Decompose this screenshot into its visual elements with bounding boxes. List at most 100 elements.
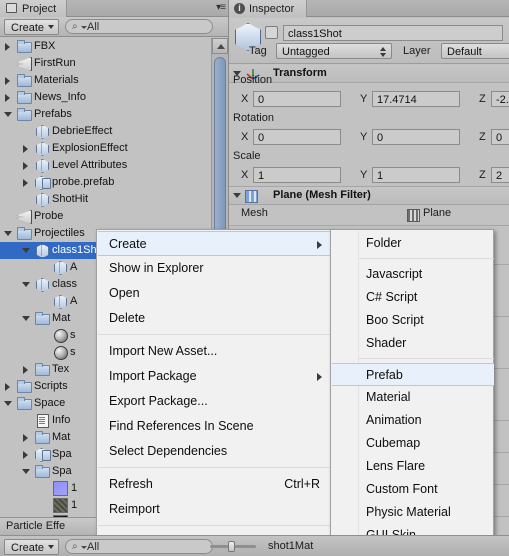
chevron-down-icon[interactable]	[4, 395, 13, 412]
folder-icon	[17, 108, 32, 121]
scale-x-field[interactable]: 1	[253, 167, 341, 183]
chevron-down-icon[interactable]	[4, 225, 13, 242]
context-menu[interactable]: Create Show in Explorer Open Delete Import N…	[96, 229, 332, 549]
submenu-item-boo-script[interactable]: Boo Script	[332, 309, 494, 332]
mesh-filter-title: Plane (Mesh Filter)	[273, 189, 371, 201]
tree-item-label: 1	[71, 482, 78, 494]
submenu-item-physic-material[interactable]: Physic Material	[332, 501, 494, 524]
tab-project[interactable]: Project	[0, 0, 68, 17]
tree-item-label: Prefabs	[34, 108, 72, 120]
menu-item-import-new-asset[interactable]: Import New Asset...	[98, 339, 332, 364]
chevron-down-icon[interactable]	[4, 106, 13, 123]
chevron-down-icon[interactable]	[233, 193, 241, 198]
tree-item-label: Level Attributes	[52, 159, 128, 171]
submenu-item-shader[interactable]: Shader	[332, 332, 494, 355]
menu-item-reimport[interactable]: Reimport	[98, 497, 332, 522]
tree-item-probe-prefab[interactable]: probe.prefab	[0, 174, 211, 191]
submenu-item-label: Prefab	[366, 368, 403, 382]
menu-item-refresh[interactable]: Refresh Ctrl+R	[98, 472, 332, 497]
menu-item-label: Import Package	[109, 369, 197, 383]
position-y-label: Y	[360, 93, 368, 105]
cube2-icon	[35, 176, 51, 189]
menu-item-export-package[interactable]: Export Package...	[98, 389, 332, 414]
tree-item-debrieeffect[interactable]: DebrieEffect	[0, 123, 211, 140]
chevron-right-icon[interactable]	[4, 38, 13, 55]
tree-item-shothit[interactable]: ShotHit	[0, 191, 211, 208]
submenu-item-animation[interactable]: Animation	[332, 409, 494, 432]
submenu-item-c-script[interactable]: C# Script	[332, 286, 494, 309]
chevron-down-icon[interactable]	[22, 276, 31, 293]
tree-item-level-attributes[interactable]: Level Attributes	[0, 157, 211, 174]
menu-item-show-in-explorer[interactable]: Show in Explorer	[98, 256, 332, 281]
bottom-search-input[interactable]: ⌕ All	[65, 539, 213, 554]
chevron-right-icon[interactable]	[4, 378, 13, 395]
scale-label: Scale	[233, 150, 261, 162]
cube-icon	[35, 159, 49, 172]
chevron-right-icon[interactable]	[22, 446, 31, 463]
tree-item-label: class	[52, 278, 78, 290]
menu-item-label: Reimport	[109, 502, 160, 516]
menu-item-find-references-in-scene[interactable]: Find References In Scene	[98, 414, 332, 439]
tree-item-fbx[interactable]: FBX	[0, 38, 211, 55]
zoom-slider[interactable]	[210, 541, 256, 552]
scale-z-field[interactable]: 2	[491, 167, 509, 183]
tree-item-label: probe.prefab	[52, 176, 115, 188]
scene-icon	[17, 57, 31, 70]
submenu-item-prefab[interactable]: Prefab	[332, 363, 494, 386]
chevron-down-icon	[48, 25, 55, 29]
tree-item-materials[interactable]: Materials	[0, 72, 211, 89]
inspector-tab-bar: i Inspector	[229, 0, 509, 17]
bottom-create-button[interactable]: Create	[4, 539, 60, 555]
tree-item-probe[interactable]: Probe	[0, 208, 211, 225]
chevron-right-icon[interactable]	[22, 174, 31, 191]
tab-inspector[interactable]: i Inspector	[229, 0, 308, 17]
scroll-up-arrow-icon[interactable]	[212, 38, 228, 54]
menu-item-select-dependencies[interactable]: Select Dependencies	[98, 439, 332, 464]
menu-item-open[interactable]: Open	[98, 281, 332, 306]
chevron-right-icon[interactable]	[4, 89, 13, 106]
tree-item-news-info[interactable]: News_Info	[0, 89, 211, 106]
chevron-right-icon[interactable]	[22, 157, 31, 174]
scale-y-field[interactable]: 1	[372, 167, 460, 183]
menu-item-delete[interactable]: Delete	[98, 306, 332, 331]
submenu-item-cubemap[interactable]: Cubemap	[332, 432, 494, 455]
rotation-z-field[interactable]: 0	[491, 129, 509, 145]
submenu-item-material[interactable]: Material	[332, 386, 494, 409]
tex-photo-icon	[53, 498, 68, 513]
create-submenu[interactable]: Folder Javascript C# Script Boo Script Shade…	[330, 229, 494, 542]
submenu-item-lens-flare[interactable]: Lens Flare	[332, 455, 494, 478]
submenu-item-javascript[interactable]: Javascript	[332, 263, 494, 286]
chevron-right-icon[interactable]	[4, 72, 13, 89]
tag-dropdown[interactable]: Untagged	[276, 43, 392, 59]
chevron-right-icon[interactable]	[22, 429, 31, 446]
object-name-field[interactable]: class1Shot	[283, 25, 503, 41]
chevron-down-icon[interactable]	[22, 463, 31, 480]
chevron-right-icon[interactable]	[22, 140, 31, 157]
menu-item-import-package[interactable]: Import Package	[98, 364, 332, 389]
chevron-down-icon[interactable]	[22, 310, 31, 327]
panel-menu-icon[interactable]: ▾≡	[216, 2, 226, 13]
create-button[interactable]: Create	[4, 19, 60, 35]
position-x-field[interactable]: 0	[253, 91, 341, 107]
object-enabled-checkbox[interactable]	[265, 26, 278, 39]
position-y-field[interactable]: 17.4714	[372, 91, 460, 107]
submenu-item-folder[interactable]: Folder	[332, 232, 494, 255]
folder-icon	[35, 363, 50, 376]
tree-item-label: Info	[52, 414, 71, 426]
rotation-x-field[interactable]: 0	[253, 129, 341, 145]
tree-item-firstrun[interactable]: FirstRun	[0, 55, 211, 72]
tree-item-prefabs[interactable]: Prefabs	[0, 106, 211, 123]
tree-item-explosioneffect[interactable]: ExplosionEffect	[0, 140, 211, 157]
submenu-item-custom-font[interactable]: Custom Font	[332, 478, 494, 501]
mesh-filter-component-header[interactable]: Plane (Mesh Filter)	[229, 187, 509, 205]
layer-dropdown[interactable]: Default	[441, 43, 509, 59]
position-z-field[interactable]: -2.06	[491, 91, 509, 107]
zoom-slider-knob[interactable]	[228, 541, 235, 552]
chevron-right-icon[interactable]	[22, 361, 31, 378]
chevron-down-icon[interactable]	[22, 242, 31, 259]
rotation-y-field[interactable]: 0	[372, 129, 460, 145]
menu-item-label: Show in Explorer	[109, 261, 204, 275]
menu-item-create[interactable]: Create	[98, 231, 332, 256]
mesh-value[interactable]: Plane	[407, 207, 451, 222]
search-input[interactable]: ⌕ All	[65, 19, 213, 34]
